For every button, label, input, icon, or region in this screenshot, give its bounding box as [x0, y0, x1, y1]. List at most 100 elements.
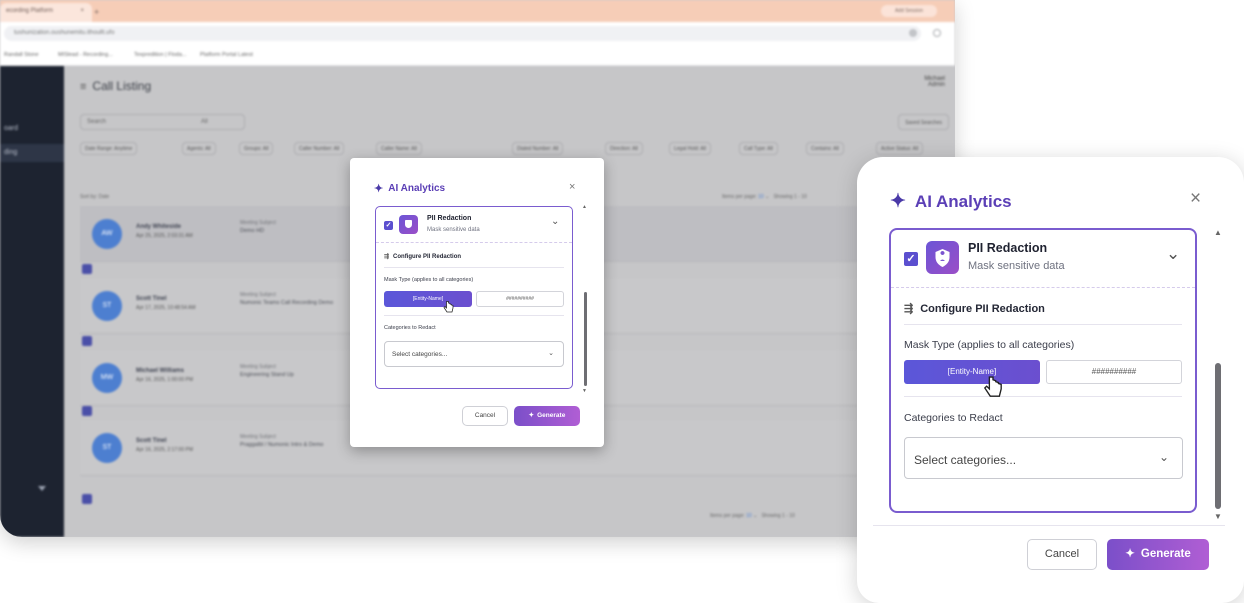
address-bar: tushunization.oushunemitu.ithoullt.ufo — [0, 22, 955, 44]
row-subject-label: Meeting Subject — [240, 434, 276, 440]
close-icon[interactable]: × — [569, 181, 575, 193]
filter-chip[interactable]: Date Range: Anytime — [80, 142, 138, 155]
pii-title: PII Redaction — [968, 241, 1048, 255]
sidebar-collapse-icon[interactable] — [38, 486, 46, 491]
menu-icon[interactable]: ≡ — [80, 81, 86, 93]
bookmark-item[interactable]: MISlead - Recording... — [58, 52, 113, 58]
ai-badge-icon — [82, 494, 92, 504]
filter-chip[interactable]: Contains: All — [806, 142, 844, 155]
pii-redaction-panel: ✓ PII Redaction Mask sensitive data ⌄ ⇶ C… — [375, 206, 573, 389]
row-subject-label: Meeting Subject — [240, 220, 276, 226]
tab-close-icon[interactable]: × — [80, 8, 84, 14]
bookmark-item[interactable]: Platform Portal Latest — [200, 52, 253, 58]
divider — [904, 324, 1182, 325]
categories-select[interactable]: Select categories... ⌄ — [904, 437, 1183, 479]
url-field[interactable]: tushunization.oushunemitu.ithoullt.ufo — [4, 26, 921, 41]
avatar: ST — [92, 291, 122, 321]
sort-select[interactable]: Sort by: Date — [80, 194, 109, 200]
ai-badge-icon — [82, 336, 92, 346]
row-date: Apr 17, 2025, 10:48:54 AM — [136, 305, 196, 311]
row-date: Apr 25, 2025, 2:03:31 AM — [136, 233, 193, 239]
categories-label: Categories to Redact — [904, 412, 1003, 424]
filter-chip[interactable]: Call Type: All — [739, 142, 778, 155]
modal-title: ✦ AI Analytics — [890, 191, 1012, 212]
filter-chip[interactable]: Groups: All — [239, 142, 274, 155]
row-topic: Demo HD — [240, 228, 265, 234]
generate-button[interactable]: ✦ Generate — [1107, 539, 1209, 570]
mask-entity-button[interactable]: [Entity-Name] — [904, 360, 1040, 384]
extension-icon[interactable] — [909, 29, 917, 37]
sidebar-item-dashboard[interactable]: oard — [0, 120, 64, 138]
avatar: AW — [92, 219, 122, 249]
generate-button[interactable]: ✦ Generate — [514, 406, 580, 426]
avatar: ST — [92, 433, 122, 463]
filter-chip[interactable]: Caller Name: All — [376, 142, 422, 155]
mask-entity-button[interactable]: [Entity-Name] — [384, 291, 472, 307]
filter-chip[interactable]: Caller Number: All — [294, 142, 345, 155]
pii-checkbox[interactable]: ✓ — [904, 252, 918, 266]
mask-hash-button[interactable]: ########## — [476, 291, 564, 307]
avatar: MW — [92, 363, 122, 393]
hand-cursor-icon — [983, 376, 1002, 397]
search-scope[interactable]: All — [201, 119, 208, 125]
sliders-icon: ⇶ — [384, 254, 390, 260]
pii-panel-header[interactable]: ✓ PII Redaction Mask sensitive data ⌄ — [891, 230, 1195, 288]
ai-badge-icon — [82, 406, 92, 416]
configure-section-title: ⇶ Configure PII Redaction — [384, 254, 462, 260]
shield-icon — [926, 241, 959, 274]
configure-section-title: ⇶ Configure PII Redaction — [904, 303, 1045, 315]
pager-top: Items per page: 10 ⌄ Showing 1 - 10 — [722, 194, 807, 200]
scroll-up-icon[interactable]: ▲ — [1214, 228, 1222, 237]
cancel-button[interactable]: Cancel — [462, 406, 508, 426]
filter-chip[interactable]: Active Status: All — [876, 142, 924, 155]
new-tab-icon[interactable]: + — [94, 7, 99, 17]
page-title: ≡ Call Listing — [80, 79, 152, 93]
chevron-down-icon: ⌄ — [548, 350, 554, 357]
row-subject-label: Meeting Subject — [240, 364, 276, 370]
bookmark-item[interactable]: Randall Stone — [4, 52, 39, 58]
scroll-up-icon[interactable]: ▲ — [582, 204, 587, 210]
modal-title: ✦ AI Analytics — [374, 183, 446, 195]
profile-icon[interactable] — [933, 29, 941, 37]
close-icon[interactable]: × — [1190, 188, 1201, 210]
background-browser-window: ecording Platform × + Add Session tushun… — [0, 0, 955, 537]
sparkle-icon: ✦ — [528, 412, 535, 419]
scroll-down-icon[interactable]: ▼ — [1214, 512, 1222, 521]
bookmark-item[interactable]: Texpredition | Floda... — [134, 52, 186, 58]
row-date: Apr 16, 2025, 1:00:00 PM — [136, 377, 193, 383]
pii-panel-header[interactable]: ✓ PII Redaction Mask sensitive data ⌄ — [376, 207, 572, 243]
filter-chip[interactable]: Legal Hold: All — [669, 142, 711, 155]
row-date: Apr 16, 2025, 2:17:00 PM — [136, 447, 193, 453]
scrollbar-thumb[interactable] — [584, 292, 587, 386]
search-input[interactable]: Search All — [80, 114, 245, 130]
mask-hash-button[interactable]: ########## — [1046, 360, 1182, 384]
saved-searches-select[interactable]: Saved Searches — [898, 114, 949, 130]
tab-title: ecording Platform — [6, 8, 54, 14]
app-sidebar: oard ding — [0, 66, 64, 537]
browser-tab[interactable]: ecording Platform × — [0, 3, 92, 22]
row-name: Scott Tinel — [136, 438, 167, 444]
hand-cursor-icon — [443, 301, 454, 313]
sliders-icon: ⇶ — [904, 303, 914, 315]
chevron-down-icon[interactable]: ⌄ — [1166, 244, 1180, 264]
scroll-down-icon[interactable]: ▼ — [582, 388, 587, 394]
pii-redaction-panel: ✓ PII Redaction Mask sensitive data ⌄ ⇶ C… — [889, 228, 1197, 513]
filter-chip[interactable]: Agents: All — [182, 142, 216, 155]
pii-subtitle: Mask sensitive data — [968, 260, 1065, 272]
filter-chip[interactable]: Direction: All — [605, 142, 643, 155]
cancel-button[interactable]: Cancel — [1027, 539, 1097, 570]
divider — [384, 315, 564, 316]
footer-divider — [873, 525, 1225, 526]
categories-select[interactable]: Select categories... ⌄ — [384, 341, 564, 367]
sparkle-icon: ✦ — [890, 191, 906, 212]
pii-checkbox[interactable]: ✓ — [384, 221, 393, 230]
scrollbar-thumb[interactable] — [1215, 363, 1221, 509]
add-session-button[interactable]: Add Session — [881, 5, 937, 17]
chevron-down-icon[interactable]: ⌄ — [551, 216, 559, 227]
pii-title: PII Redaction — [427, 215, 472, 222]
user-block[interactable]: Michael Admin — [924, 76, 945, 88]
sidebar-item-recording[interactable]: ding — [0, 144, 64, 162]
filter-chip[interactable]: Dialed Number: All — [512, 142, 564, 155]
categories-label: Categories to Redact — [384, 325, 436, 331]
ai-analytics-modal: ✦ AI Analytics × ✓ PII Redaction Mask se… — [350, 158, 604, 447]
